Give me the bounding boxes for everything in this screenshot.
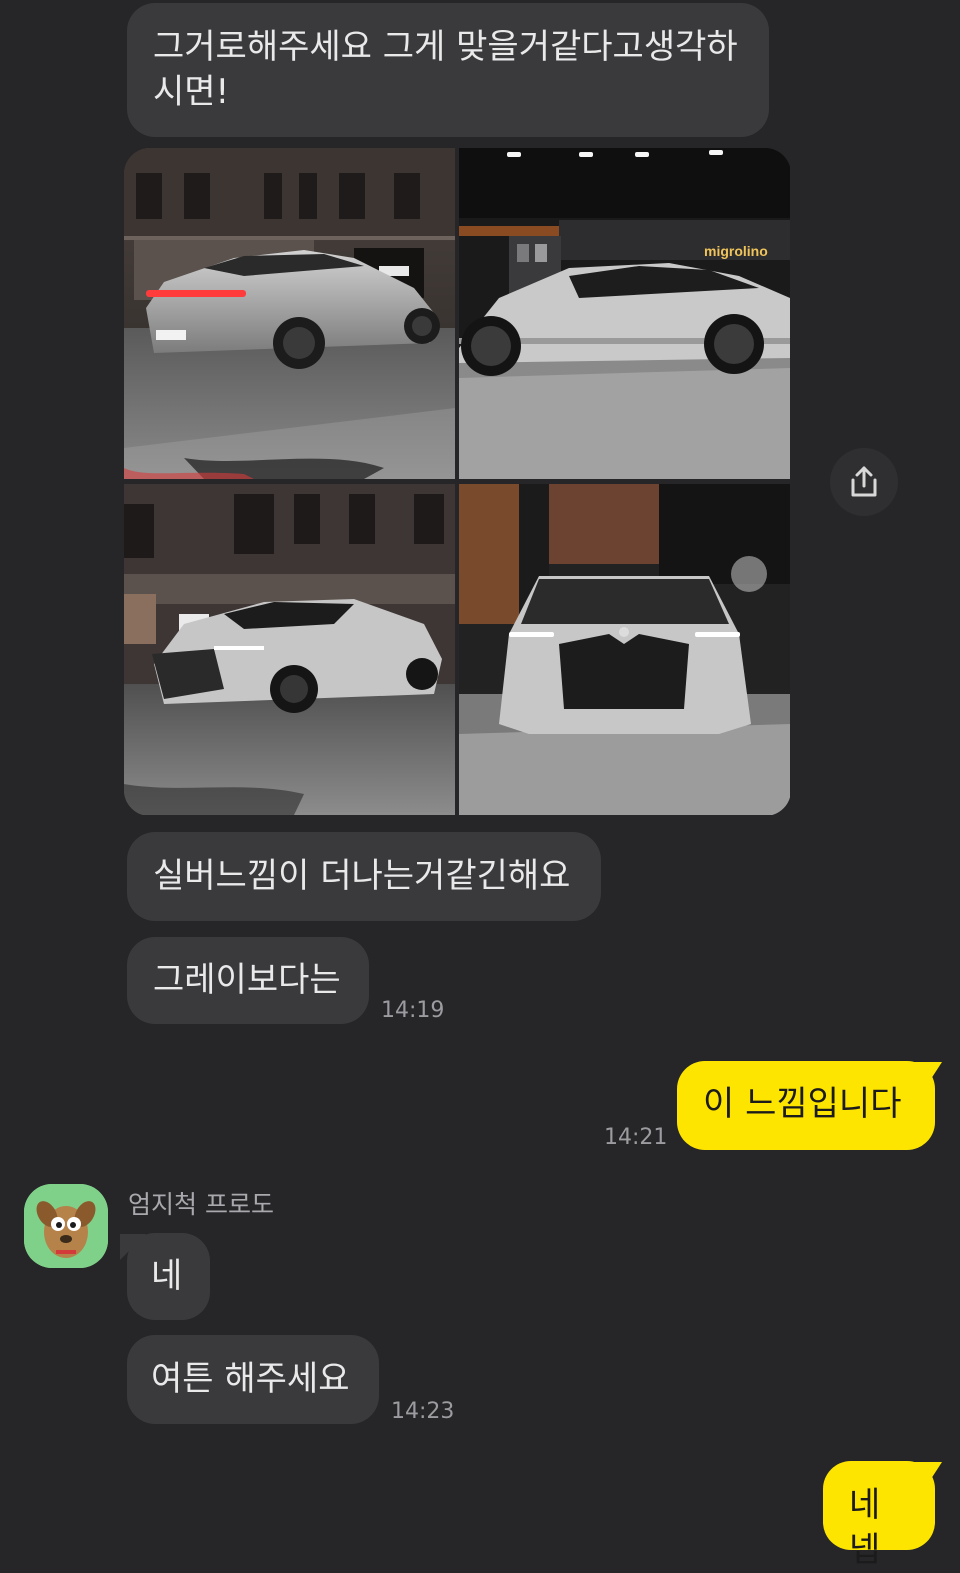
message-timestamp: 14:19 — [381, 998, 445, 1023]
car-photo-3[interactable] — [124, 484, 455, 815]
incoming-message-bubble[interactable]: 그거로해주세요 그게 맞을거같다고생각하 시면! — [127, 3, 769, 137]
car-photo-2[interactable]: migrolino — [459, 148, 790, 479]
outgoing-message-bubble[interactable]: 네넵 — [823, 1461, 935, 1570]
gas-station-sign: migrolino — [704, 243, 768, 259]
share-icon[interactable] — [830, 448, 898, 516]
photo-album-grid[interactable]: migrolino — [124, 148, 791, 816]
incoming-message-bubble[interactable]: 네 — [127, 1233, 210, 1320]
sender-name: 엄지척 프로도 — [128, 1190, 274, 1219]
frodo-avatar-icon[interactable] — [24, 1184, 108, 1268]
outgoing-message-bubble[interactable]: 이 느낌입니다 — [677, 1061, 935, 1150]
incoming-message-bubble[interactable]: 그레이보다는 — [127, 937, 369, 1024]
incoming-message-bubble[interactable]: 실버느낌이 더나는거같긴해요 — [127, 832, 601, 921]
car-photo-1[interactable] — [124, 148, 455, 479]
car-photo-4[interactable] — [459, 484, 790, 815]
message-timestamp: 14:23 — [391, 1399, 455, 1424]
incoming-message-bubble[interactable]: 여튼 해주세요 — [127, 1335, 379, 1424]
message-timestamp: 14:21 — [604, 1125, 668, 1150]
